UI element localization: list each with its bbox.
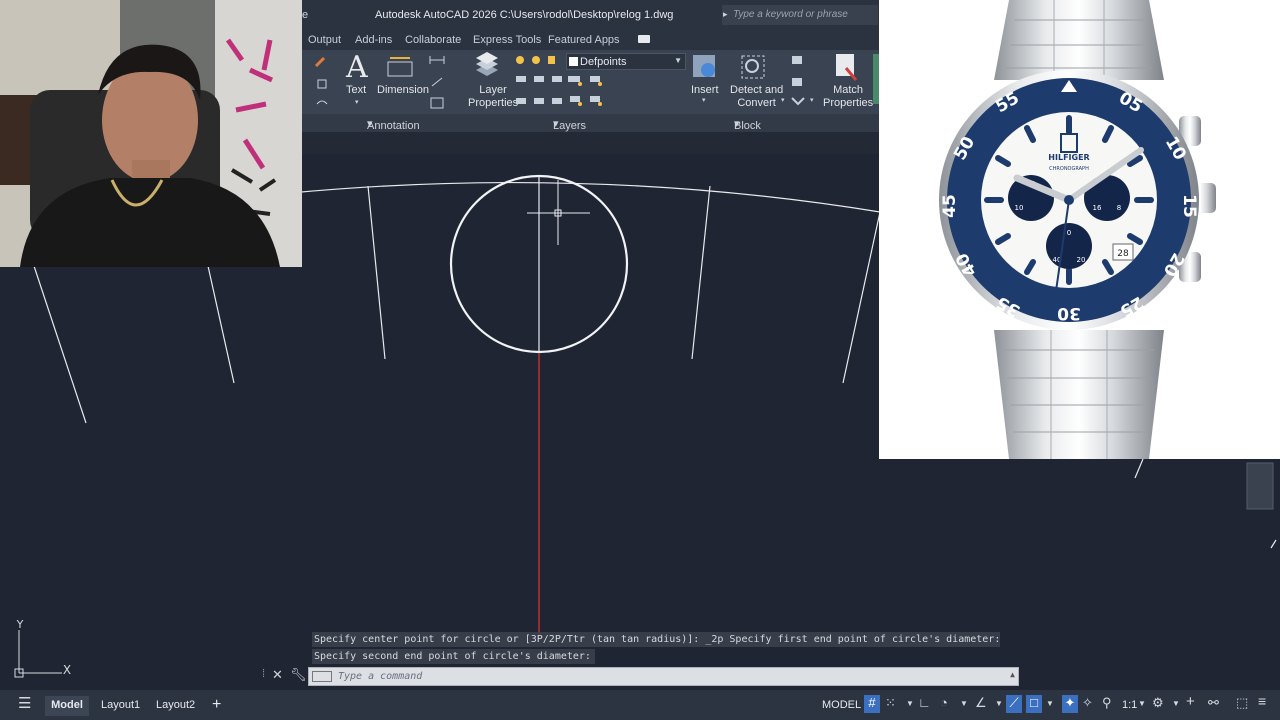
ucs-icon: Y X <box>14 618 71 678</box>
tab-layout1[interactable]: Layout1 <box>101 696 140 716</box>
command-input[interactable]: Type a command ▲ <box>308 667 1019 686</box>
chevron-down-icon[interactable]: ▼ <box>1172 699 1180 708</box>
chevron-down-icon[interactable]: ▼ <box>960 699 968 708</box>
layer-properties-icon[interactable] <box>472 52 502 82</box>
annotation-visibility-icon[interactable]: ✦ <box>1062 695 1078 713</box>
match-properties-icon[interactable] <box>832 52 862 82</box>
tab-layout2[interactable]: Layout2 <box>156 696 195 716</box>
ucs-y-label: Y <box>16 618 24 631</box>
text-button[interactable]: Text <box>346 84 366 97</box>
draw-tools-icon[interactable] <box>314 54 328 114</box>
chevron-down-icon[interactable]: ▾ <box>702 96 706 104</box>
caret-right-icon: ▸ <box>723 9 728 19</box>
tab-output[interactable]: Output <box>308 34 341 46</box>
grid-icon[interactable]: # <box>864 695 880 713</box>
wrench-icon[interactable]: 🔧︎ <box>290 667 307 683</box>
command-history-line: Specify center point for circle or [3P/2… <box>312 632 1001 647</box>
ribbon-toggle-icon[interactable] <box>638 35 650 43</box>
annotation-scale-icon[interactable]: ⚲ <box>1102 695 1112 711</box>
status-bar: ☰ Model Layout1 Layout2 + MODEL # ⁙ ▼ ∟ … <box>0 690 1280 720</box>
customize-menu-icon[interactable]: ≡ <box>1258 693 1266 709</box>
dimension-button[interactable]: Dimension <box>377 84 429 97</box>
annotation-scale[interactable]: 1:1 <box>1122 696 1137 716</box>
search-input[interactable]: ▸ Type a keyword or phrase <box>722 5 878 25</box>
window-title: Autodesk AutoCAD 2026 C:\Users\rodol\Des… <box>375 9 674 21</box>
plus-icon[interactable]: + <box>1186 693 1195 710</box>
ucs-x-label: X <box>63 663 71 677</box>
fullscreen-icon[interactable]: ⬚ <box>1236 695 1248 711</box>
webcam-overlay <box>0 0 302 267</box>
dimension-icon[interactable] <box>386 54 414 80</box>
add-layout-button[interactable]: + <box>212 693 221 713</box>
match-properties-button[interactable]: Match Properties <box>823 84 873 110</box>
subdial-label: 10 <box>1015 204 1024 212</box>
tab-add-ins[interactable]: Add-ins <box>355 34 392 46</box>
watch-subtitle: CHRONOGRAPH <box>1049 166 1089 172</box>
layer-dropdown[interactable]: Defpoints ▼ <box>566 53 686 70</box>
command-line-controls: ⁞ ✕ 🔧︎ <box>262 667 307 686</box>
bezel-number: 30 <box>1057 303 1081 323</box>
ortho-icon[interactable]: ∟ <box>918 695 931 710</box>
ribbon-panel-titles: Annotation ▾ Layers ▾ Block ▾ <box>302 114 879 132</box>
date-value: 28 <box>1117 249 1129 259</box>
subdial-label: 16 <box>1093 204 1102 212</box>
layer-properties-button[interactable]: Layer Properties <box>468 84 518 110</box>
layer-state-icons[interactable] <box>568 74 614 108</box>
tab-collaborate[interactable]: Collaborate <box>405 34 461 46</box>
bracelet-bottom <box>994 330 1164 459</box>
title-fragment: e <box>302 9 309 21</box>
command-history: Specify center point for circle or [3P/2… <box>312 632 1000 666</box>
tab-featured-apps[interactable]: Featured Apps <box>548 34 620 46</box>
layer-tools-icon[interactable] <box>514 54 570 114</box>
gear-icon[interactable]: ⚙ <box>1152 695 1164 711</box>
hamburger-menu-icon[interactable]: ☰ <box>18 694 31 712</box>
annotation-tools-icon[interactable] <box>428 54 454 110</box>
bezel-number: 45 <box>940 194 960 218</box>
layer-color-swatch <box>569 57 578 66</box>
panel-layers[interactable]: Layers ▾ <box>553 117 586 132</box>
chevron-down-icon[interactable]: ▾ <box>810 96 814 104</box>
navigation-bar <box>1246 462 1274 510</box>
layer-dropdown-value: Defpoints <box>580 56 627 68</box>
close-icon[interactable]: ✕ <box>272 667 283 683</box>
subdial-label: 20 <box>1077 256 1086 264</box>
snap-icon[interactable]: ⁙ <box>885 695 896 711</box>
insert-icon[interactable] <box>690 52 720 82</box>
object-snap-icon[interactable]: □ <box>1026 695 1042 713</box>
watch-reference-image: 55 05 10 15 20 25 30 35 40 45 50 HILFIGE… <box>879 0 1280 459</box>
search-placeholder: Type a keyword or phrase <box>733 9 848 20</box>
chevron-down-icon[interactable]: ▾ <box>355 98 359 106</box>
text-icon[interactable]: A <box>346 50 368 85</box>
command-prompt-icon[interactable] <box>312 671 332 682</box>
ribbon-tabs: Output Add-ins Collaborate Express Tools… <box>302 30 879 50</box>
tab-model[interactable]: Model <box>45 696 89 716</box>
detect-convert-button[interactable]: Detect and Convert <box>730 84 783 110</box>
model-space-toggle[interactable]: MODEL <box>822 696 861 716</box>
chevron-down-icon[interactable]: ▼ <box>1046 699 1054 708</box>
isodraft-icon[interactable]: ∠ <box>975 695 987 711</box>
polar-icon[interactable]: ◔ <box>940 695 948 710</box>
panel-annotation[interactable]: Annotation ▾ <box>367 117 420 132</box>
subdial-label: 0 <box>1067 229 1071 237</box>
detect-convert-icon[interactable] <box>738 52 768 82</box>
watch-brand: HILFIGER <box>1048 153 1089 162</box>
chevron-down-icon[interactable]: ▾ <box>781 96 785 104</box>
caret-up-icon[interactable]: ▲ <box>1010 670 1015 679</box>
chevron-down-icon[interactable]: ▼ <box>1138 699 1146 708</box>
chevron-down-icon[interactable]: ▼ <box>906 699 914 708</box>
tab-express-tools[interactable]: Express Tools <box>473 34 541 46</box>
subdial-label: 8 <box>1117 204 1121 212</box>
chevron-down-icon[interactable]: ▼ <box>995 699 1003 708</box>
panel-block[interactable]: Block ▾ <box>734 117 761 132</box>
auto-scale-icon[interactable]: ✧ <box>1082 695 1093 711</box>
chevron-down-icon: ▼ <box>674 56 682 65</box>
command-placeholder: Type a command <box>338 671 423 682</box>
isolate-objects-icon[interactable]: ⚯ <box>1208 695 1219 711</box>
bezel-number: 15 <box>1179 194 1199 218</box>
command-history-line: Specify second end point of circle's dia… <box>312 649 595 664</box>
block-tools-icon[interactable] <box>790 54 808 112</box>
file-tabs-bar <box>302 132 879 154</box>
grip-icon[interactable]: ⁞ <box>262 668 265 680</box>
object-tracking-icon[interactable]: ⟋ <box>1006 695 1022 713</box>
